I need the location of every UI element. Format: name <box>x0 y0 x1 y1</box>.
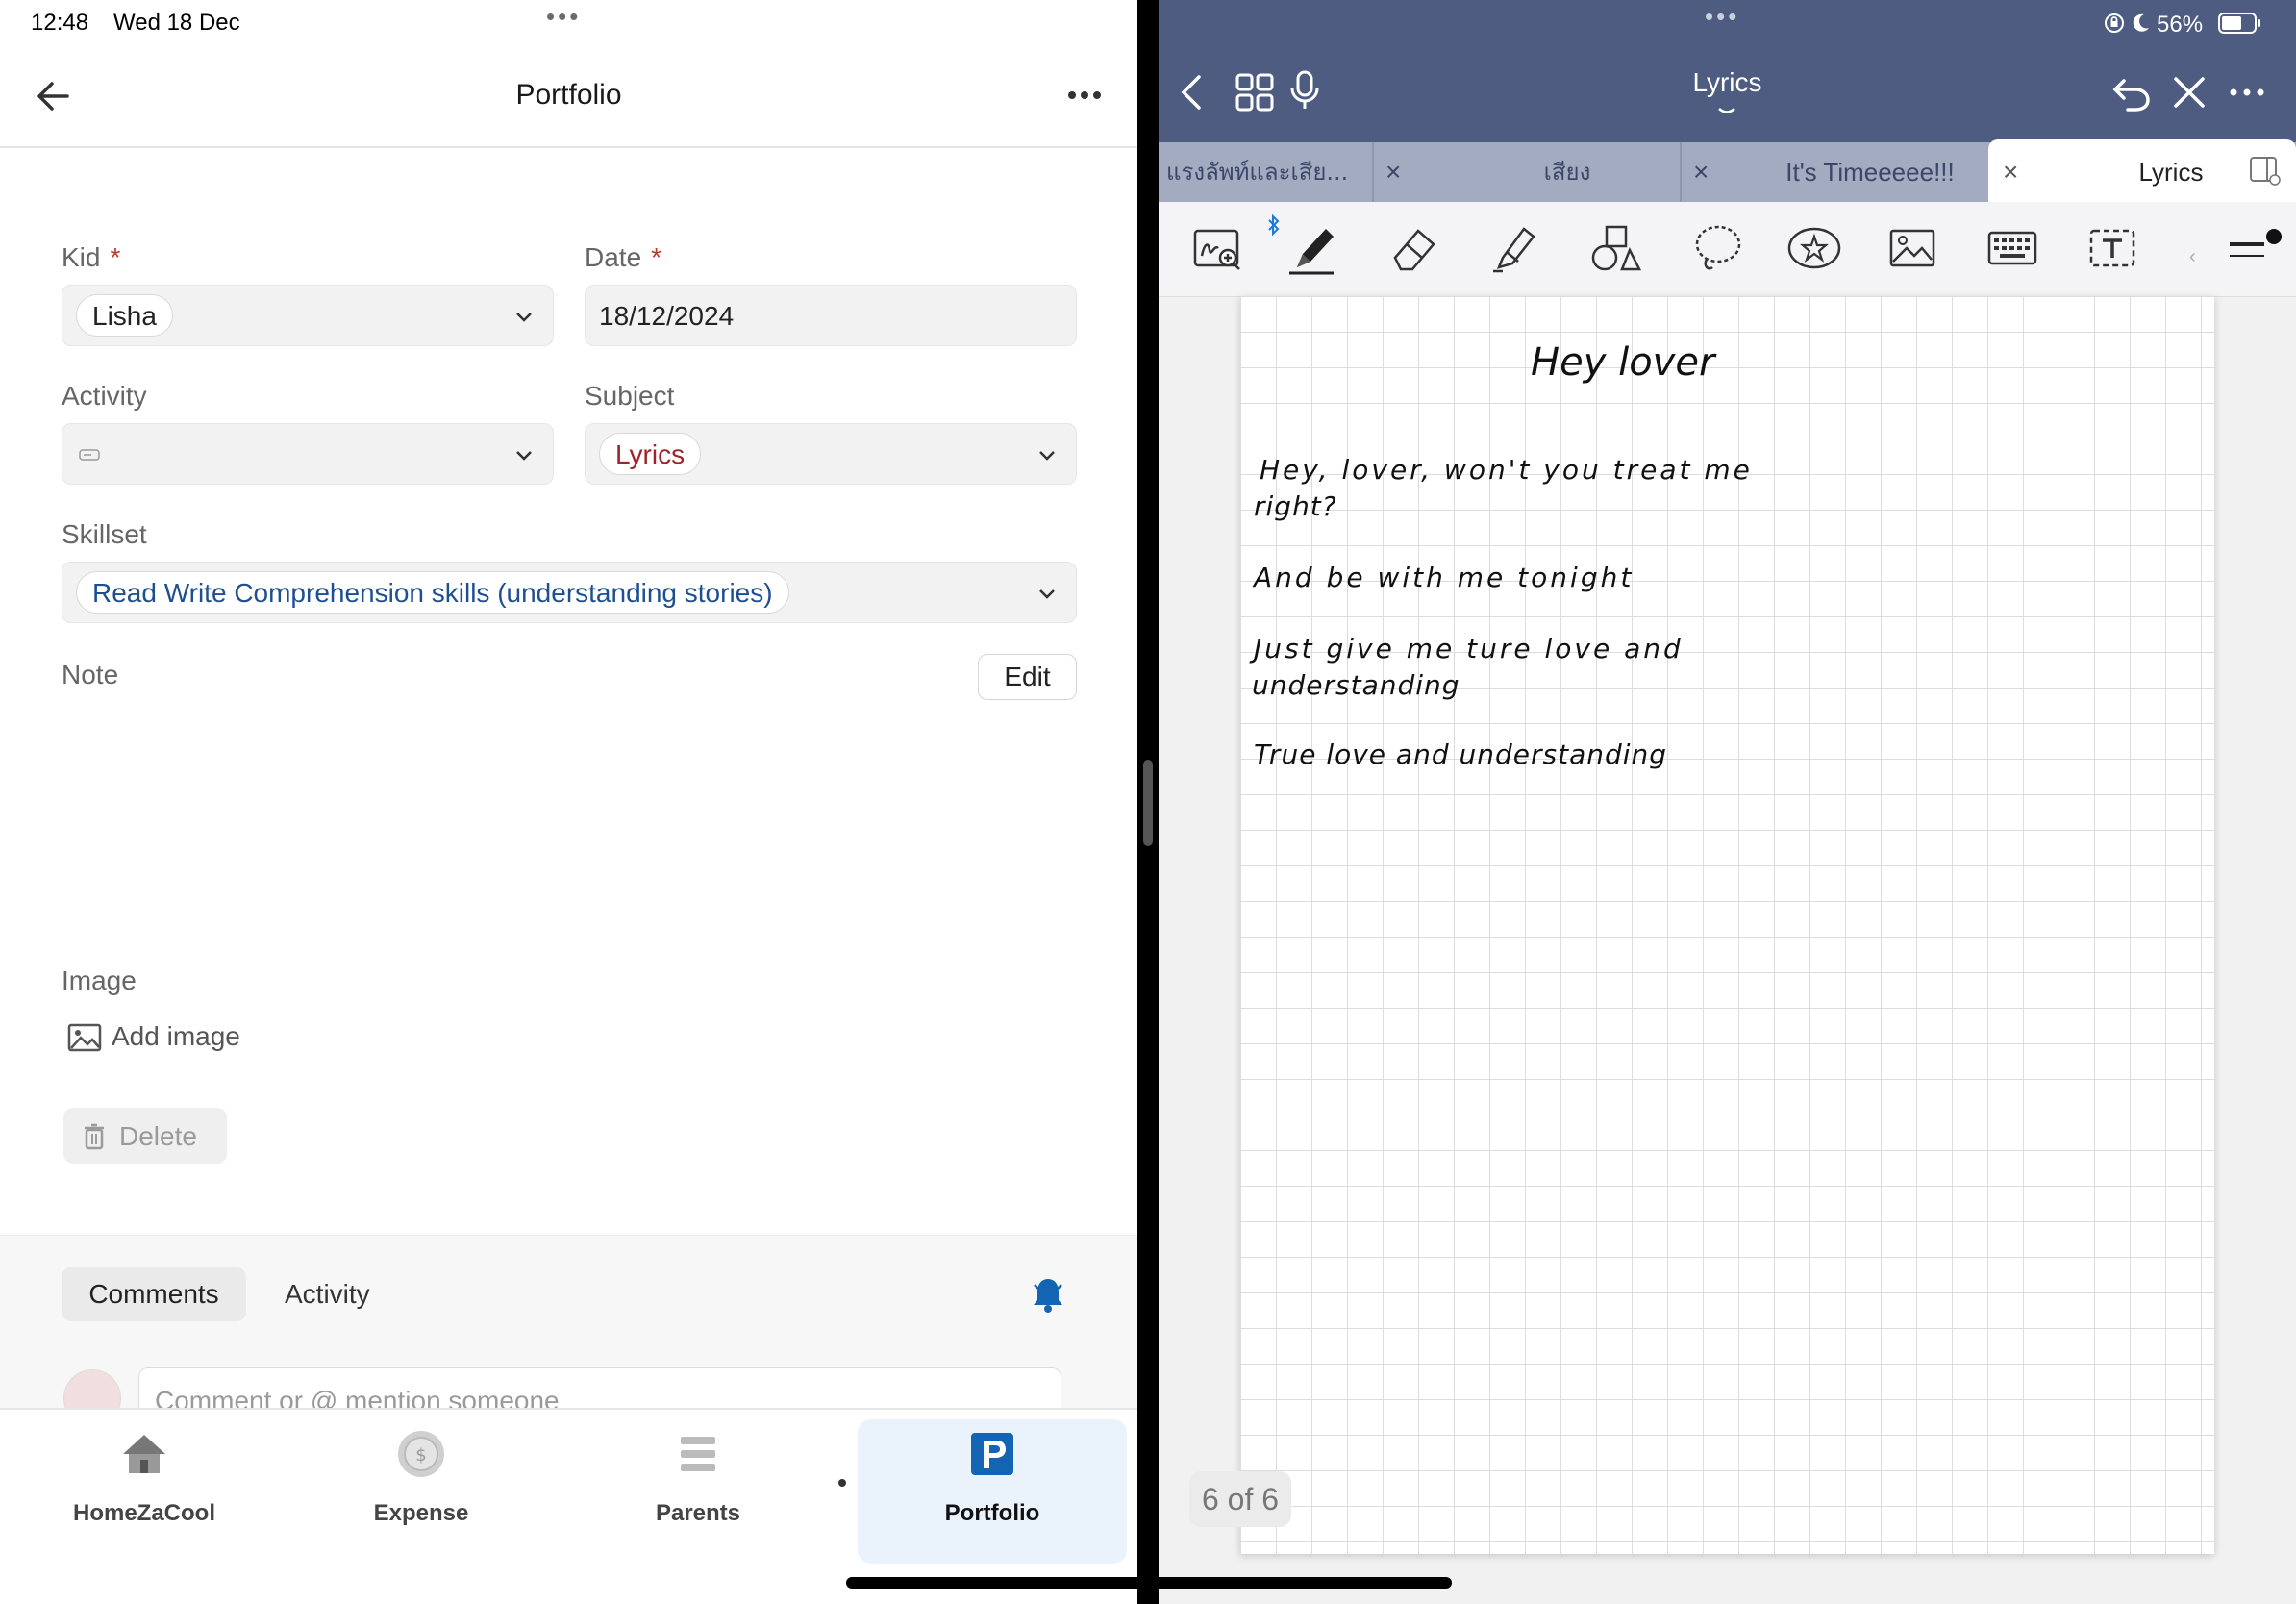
skillset-chip: Read Write Comprehension skills (underst… <box>76 571 789 614</box>
note-line: True love and understanding <box>1254 739 1668 770</box>
nav-item-expense[interactable]: $ Expense <box>287 1410 556 1554</box>
subject-label: Subject <box>585 381 675 411</box>
undo-icon[interactable] <box>2110 71 2153 113</box>
portfolio-p-icon <box>971 1433 1013 1475</box>
nav-item-homezacool[interactable]: HomeZaCool <box>10 1410 279 1554</box>
notes-app: ••• 56% Lyrics แรงลัพท์และเสีย... × เสีย… <box>1159 0 2296 1604</box>
toolbar-scroll-chevron-icon[interactable]: ‹ <box>2189 246 2196 268</box>
kid-label: Kid * <box>62 242 121 272</box>
more-options-icon[interactable] <box>1065 81 1104 110</box>
more-options-icon[interactable] <box>2226 71 2268 113</box>
note-line: Just give me ture love and <box>1254 633 1684 664</box>
trash-icon <box>85 1123 104 1150</box>
title-dropdown-chevron-icon[interactable] <box>1716 106 1737 117</box>
date-value: 18/12/2024 <box>599 301 735 331</box>
tab-separator <box>1680 142 1682 202</box>
list-icon <box>681 1437 715 1471</box>
nav-item-portfolio[interactable]: Portfolio <box>858 1419 1127 1564</box>
image-icon[interactable] <box>1884 219 1941 277</box>
home-indicator[interactable] <box>846 1577 1452 1589</box>
multitasking-dots-icon[interactable]: ••• <box>546 2 581 32</box>
date-label: Date * <box>585 242 662 272</box>
orientation-lock-icon <box>2105 13 2124 33</box>
multitasking-dots-icon[interactable]: ••• <box>1705 2 1739 32</box>
close-tab-icon[interactable]: × <box>1693 142 1709 202</box>
shapes-icon[interactable] <box>1587 219 1645 277</box>
highlighter-icon[interactable] <box>1485 219 1543 277</box>
note-label: Note <box>62 660 119 689</box>
activity-select[interactable] <box>62 423 554 485</box>
split-view-handle[interactable] <box>1143 760 1153 846</box>
status-date: Wed 18 Dec <box>113 10 240 36</box>
coin-icon: $ <box>398 1431 444 1477</box>
moon-icon <box>2133 13 2149 32</box>
bottom-navigation: HomeZaCool $ Expense Parents Portfolio <box>0 1408 1137 1604</box>
tab-separator <box>1372 142 1374 202</box>
image-label: Image <box>62 965 137 995</box>
zoom-writing-icon[interactable] <box>1189 219 1247 277</box>
keyboard-icon[interactable] <box>1984 219 2041 277</box>
tab-label[interactable]: It's Timeeeee!!! <box>1774 142 1966 202</box>
bluetooth-icon <box>1268 213 1280 237</box>
eraser-icon[interactable] <box>1385 219 1443 277</box>
lasso-icon[interactable] <box>1689 219 1747 277</box>
close-pen-icon[interactable] <box>2168 71 2210 113</box>
scroll-indicator-dot <box>838 1479 846 1487</box>
sidebar-toggle-icon[interactable] <box>2249 156 2282 187</box>
nav-label: Expense <box>373 1500 469 1526</box>
image-icon <box>67 1023 102 1052</box>
stroke-width-icon[interactable] <box>2226 225 2284 271</box>
skillset-label: Skillset <box>62 519 147 549</box>
date-field[interactable]: 18/12/2024 <box>585 285 1077 346</box>
chevron-down-icon <box>516 313 532 322</box>
empty-chip-icon <box>79 449 100 461</box>
home-icon <box>123 1435 165 1473</box>
pen-icon[interactable] <box>1284 219 1341 277</box>
chevron-down-icon <box>516 451 532 461</box>
page-title: Portfolio <box>515 79 622 111</box>
delete-button[interactable]: Delete <box>63 1108 227 1164</box>
close-tab-icon[interactable]: × <box>1385 142 1401 202</box>
chevron-down-icon <box>1039 451 1055 461</box>
kid-chip: Lisha <box>76 294 173 337</box>
tab-label[interactable]: แรงลัพท์และเสีย... <box>1166 142 1359 202</box>
svg-text:$: $ <box>415 1445 426 1466</box>
tab-activity[interactable]: Activity <box>285 1279 370 1310</box>
text-box-icon[interactable] <box>2084 219 2141 277</box>
sticker-star-icon[interactable] <box>1785 219 1843 277</box>
nav-label: HomeZaCool <box>72 1500 215 1526</box>
note-line: Hey, lover, won't you treat me <box>1260 454 1753 486</box>
add-image-label: Add image <box>112 1021 240 1051</box>
chevron-down-icon <box>1039 589 1055 599</box>
tab-comments[interactable]: Comments <box>62 1267 246 1321</box>
portfolio-app: 12:48 Wed 18 Dec ••• Portfolio Kid * Lish… <box>0 0 1137 1604</box>
edit-note-button[interactable]: Edit <box>978 654 1077 700</box>
subject-select[interactable]: Lyrics <box>585 423 1077 485</box>
nav-item-parents[interactable]: Parents <box>563 1410 833 1554</box>
battery-icon <box>2218 13 2260 34</box>
note-page[interactable]: Hey lover Hey, lover, won't you treat me… <box>1240 296 2214 1554</box>
skillset-select[interactable]: Read Write Comprehension skills (underst… <box>62 562 1077 623</box>
header-divider <box>0 146 1137 148</box>
page-indicator: 6 of 6 <box>1189 1471 1291 1527</box>
tab-label[interactable]: Lyrics <box>2109 142 2234 202</box>
nav-label: Portfolio <box>944 1500 1040 1526</box>
note-line: right? <box>1254 490 1337 522</box>
subject-chip: Lyrics <box>599 433 702 475</box>
close-tab-icon[interactable]: × <box>2003 142 2018 202</box>
battery-percentage: 56% <box>2157 12 2204 38</box>
delete-label: Delete <box>119 1121 197 1151</box>
note-line: And be with me tonight <box>1254 562 1635 593</box>
nav-label: Parents <box>655 1500 741 1526</box>
note-line: understanding <box>1252 669 1460 701</box>
kid-select[interactable]: Lisha <box>62 285 554 346</box>
note-heading: Hey lover <box>1531 340 1715 385</box>
tab-label[interactable]: เสียง <box>1495 142 1639 202</box>
bell-icon[interactable] <box>1031 1275 1065 1314</box>
activity-label: Activity <box>62 381 147 411</box>
status-time: 12:48 <box>31 10 89 36</box>
